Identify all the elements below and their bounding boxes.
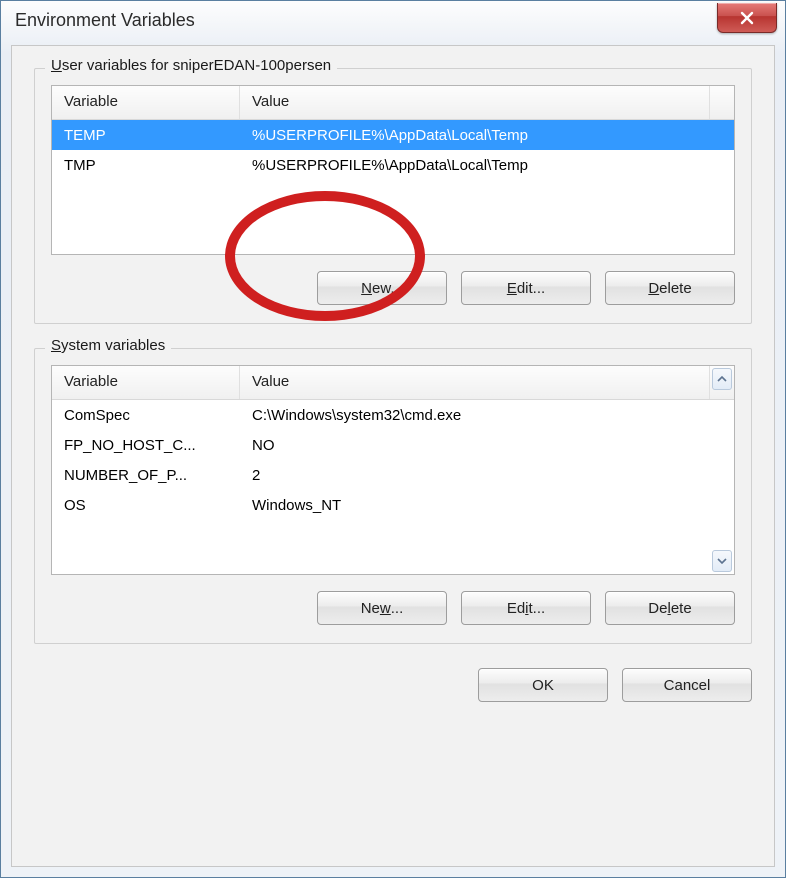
table-row[interactable]: NUMBER_OF_P... 2 [52,460,734,490]
list-header: Variable Value [52,86,734,120]
titlebar: Environment Variables [1,1,785,39]
table-row[interactable]: FP_NO_HOST_C... NO [52,430,734,460]
scroll-down-button[interactable] [712,550,732,572]
dialog-content: User variables for sniperEDAN-100persen … [11,45,775,867]
user-variables-list[interactable]: Variable Value TEMP %USERPROFILE%\AppDat… [51,85,735,255]
list-body: ComSpec C:\Windows\system32\cmd.exe FP_N… [52,400,734,520]
system-delete-button[interactable]: Delete [605,591,735,625]
table-row[interactable]: TMP %USERPROFILE%\AppData\Local\Temp [52,150,734,180]
list-header: Variable Value [52,366,734,400]
user-buttons-row: New... Edit... Delete [51,271,735,305]
cancel-button[interactable]: Cancel [622,668,752,702]
table-row[interactable]: ComSpec C:\Windows\system32\cmd.exe [52,400,734,430]
user-variables-group: User variables for sniperEDAN-100persen … [34,68,752,324]
user-delete-button[interactable]: Delete [605,271,735,305]
user-variables-title: User variables for sniperEDAN-100persen [45,57,337,74]
system-variables-title: System variables [45,337,171,354]
environment-variables-dialog: Environment Variables User variables for… [0,0,786,878]
column-header-value[interactable]: Value [240,86,710,119]
window-title: Environment Variables [15,10,195,31]
close-icon [740,11,754,25]
scroll-up-button[interactable] [712,368,732,390]
table-row[interactable]: TEMP %USERPROFILE%\AppData\Local\Temp [52,120,734,150]
close-button[interactable] [717,3,777,33]
table-row[interactable]: OS Windows_NT [52,490,734,520]
column-header-variable[interactable]: Variable [52,366,240,399]
chevron-down-icon [717,557,727,565]
user-edit-button[interactable]: Edit... [461,271,591,305]
system-buttons-row: New... Edit... Delete [51,591,735,625]
system-variables-group: System variables Variable Value ComSpec … [34,348,752,644]
dialog-buttons-row: OK Cancel [34,668,752,702]
user-new-button[interactable]: New... [317,271,447,305]
system-edit-button[interactable]: Edit... [461,591,591,625]
list-body: TEMP %USERPROFILE%\AppData\Local\Temp TM… [52,120,734,180]
column-header-value[interactable]: Value [240,366,710,399]
system-variables-list[interactable]: Variable Value ComSpec C:\Windows\system… [51,365,735,575]
column-header-variable[interactable]: Variable [52,86,240,119]
system-new-button[interactable]: New... [317,591,447,625]
ok-button[interactable]: OK [478,668,608,702]
chevron-up-icon [717,375,727,383]
